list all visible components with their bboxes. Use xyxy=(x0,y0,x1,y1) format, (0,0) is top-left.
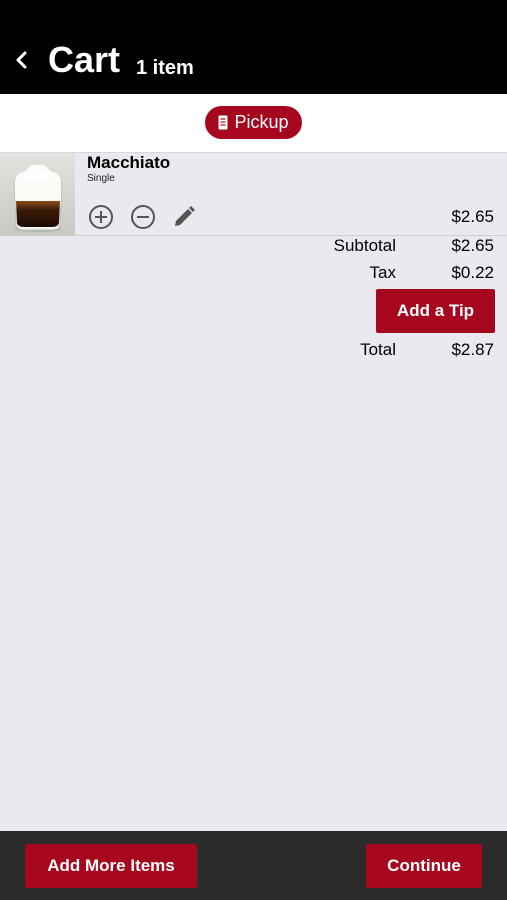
decrease-quantity-button[interactable] xyxy=(129,203,157,231)
total-label: Total xyxy=(360,340,396,359)
chevron-left-icon xyxy=(16,51,27,69)
pickup-mode-button[interactable]: Pickup xyxy=(205,106,302,139)
continue-button[interactable]: Continue xyxy=(366,844,482,888)
subtotal-value: $2.65 xyxy=(451,236,494,255)
footer-bar: Add More Items Continue xyxy=(0,831,507,900)
add-more-items-button[interactable]: Add More Items xyxy=(25,844,197,888)
header-bar: Cart 1 item xyxy=(0,0,507,94)
item-thumbnail xyxy=(0,153,75,235)
total-value: $2.87 xyxy=(451,340,494,359)
tax-label: Tax xyxy=(369,263,396,282)
item-name: Macchiato xyxy=(87,153,171,172)
order-mode-bar: Pickup xyxy=(0,94,507,153)
add-tip-button[interactable]: Add a Tip xyxy=(376,289,495,333)
back-button[interactable] xyxy=(8,44,36,76)
plus-circle-icon xyxy=(89,205,113,229)
item-count: 1 item xyxy=(136,57,194,79)
pencil-icon xyxy=(175,206,195,226)
item-option: Single xyxy=(87,173,115,184)
edit-item-button[interactable] xyxy=(170,203,198,231)
increase-quantity-button[interactable] xyxy=(87,203,115,231)
cart-item-row[interactable]: Macchiato Single $2.65 xyxy=(0,153,507,236)
minus-circle-icon xyxy=(131,205,155,229)
tax-value: $0.22 xyxy=(451,263,494,282)
subtotal-label: Subtotal xyxy=(333,236,396,255)
pickup-label: Pickup xyxy=(234,112,289,132)
page-title: Cart xyxy=(48,39,121,80)
receipt-icon xyxy=(218,115,228,130)
macchiato-glass-image xyxy=(0,153,75,235)
item-price: $2.65 xyxy=(451,207,494,226)
